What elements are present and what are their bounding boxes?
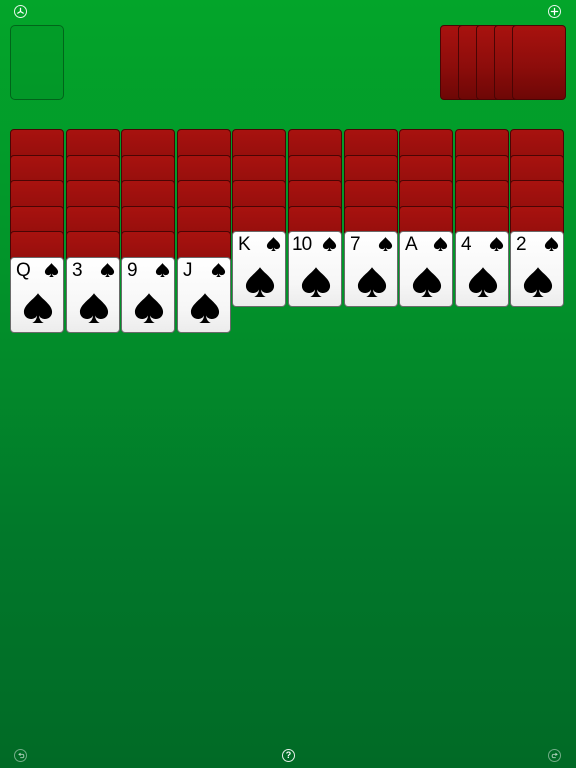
spade-icon [23,293,53,324]
spade-icon [357,267,387,298]
card-rank: 2 [516,234,527,255]
settings-dial-icon [17,7,24,14]
card-rank: 10 [292,234,312,255]
spade-icon [378,237,393,252]
spade-icon [412,267,442,298]
playing-card[interactable]: A [399,231,453,307]
playing-card[interactable]: K [232,231,286,307]
spade-icon [211,263,226,278]
spade-icon [245,267,275,298]
card-rank: A [405,234,418,255]
foundation-slot [10,25,64,100]
playing-card[interactable]: 3 [66,257,120,333]
spade-icon [301,267,331,298]
spade-icon [322,237,337,252]
spade-icon [544,237,559,252]
playing-card[interactable]: 9 [121,257,175,333]
playing-card[interactable]: Q [10,257,64,333]
card-rank: 9 [127,260,138,281]
spade-icon [523,267,553,298]
settings-button[interactable] [14,5,27,18]
spade-icon [468,267,498,298]
playing-card[interactable]: 10 [288,231,342,307]
spade-icon [100,263,115,278]
undo-icon [17,752,24,758]
spade-icon [44,263,59,278]
card-rank: K [238,234,251,255]
card-rank: 7 [350,234,361,255]
spade-icon [190,293,220,324]
help-button[interactable]: ? [282,749,295,762]
new-game-button[interactable] [548,5,561,18]
playing-card[interactable]: J [177,257,231,333]
undo-button[interactable] [14,749,27,762]
card-rank: 3 [72,260,83,281]
plus-icon [550,7,559,16]
spade-icon [489,237,504,252]
spade-icon [79,293,109,324]
card-rank: Q [16,260,31,281]
playing-card[interactable]: 4 [455,231,509,307]
spade-icon [155,263,170,278]
card-rank: J [183,260,192,281]
question-icon: ? [285,750,292,760]
redo-button[interactable] [548,749,561,762]
spade-icon [433,237,448,252]
spade-icon [134,293,164,324]
stock-card-back[interactable] [512,25,566,100]
playing-card[interactable]: 7 [344,231,398,307]
spade-icon [266,237,281,252]
redo-icon [551,752,558,758]
card-rank: 4 [461,234,472,255]
playing-card[interactable]: 2 [510,231,564,307]
